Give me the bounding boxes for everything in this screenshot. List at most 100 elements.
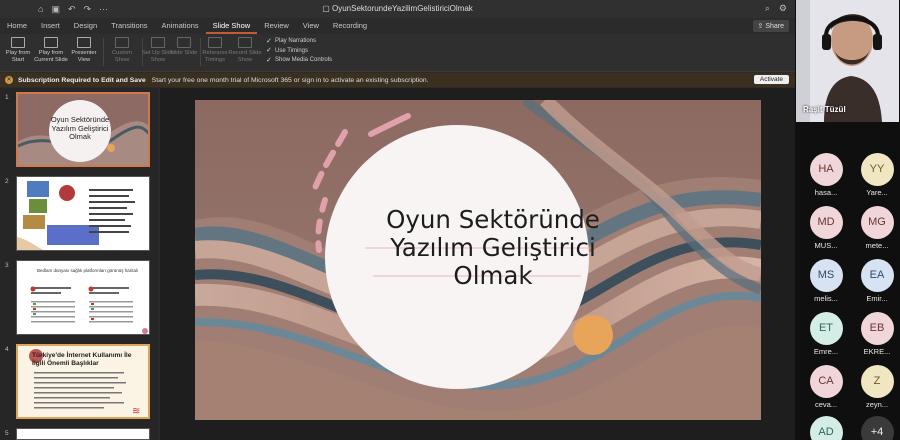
participant-tile[interactable]: MG mete... xyxy=(855,206,899,250)
playback-options: ✓ Play Narrations ✓ Use Timings ✓ Show Medi… xyxy=(266,37,332,66)
settings-icon[interactable]: ⚙ xyxy=(779,3,787,14)
thumbnail-slide-1[interactable]: Oyun Sektöründe Yazılım Geliştirici Olma… xyxy=(16,92,150,167)
speaker-name: Raşit Tüzül xyxy=(803,105,846,114)
orange-dot xyxy=(573,315,613,355)
ribbon: Play from Start Play from Current Slide … xyxy=(0,34,795,72)
avatar: Z xyxy=(860,365,894,398)
document-icon: ▢ xyxy=(322,4,332,13)
avatar: ET xyxy=(809,312,843,345)
thumbnail-2-art xyxy=(17,181,135,250)
participant-name: melis... xyxy=(814,294,838,303)
avatar: AD xyxy=(809,416,843,440)
title-bar-right: ⌕ ⚙ xyxy=(765,3,787,14)
search-icon[interactable]: ⌕ xyxy=(765,3,770,14)
speaker-video-frame xyxy=(796,0,899,122)
timer-icon xyxy=(208,37,222,48)
activate-button[interactable]: Activate xyxy=(753,75,789,84)
thumbnail-4-title: Türkiye'de İnternet Kullanımı İle İlgili… xyxy=(32,352,132,367)
tab-review[interactable]: Review xyxy=(257,18,296,34)
presenter-icon xyxy=(77,37,91,48)
setup-icon xyxy=(151,37,165,48)
ribbon-tabs: Home Insert Design Transitions Animation… xyxy=(0,18,795,34)
participant-name: Emir... xyxy=(866,294,888,303)
participant-tile[interactable]: EA Emir... xyxy=(855,259,899,303)
tab-recording[interactable]: Recording xyxy=(326,18,374,34)
thumbnail-slide-3[interactable]: Bedlam dünyası sağlık platformları görün… xyxy=(16,260,150,335)
avatar: MD xyxy=(809,206,843,239)
thumbnail-slide-2[interactable] xyxy=(16,176,150,251)
presenter-view-button[interactable]: Presenter View xyxy=(66,37,102,63)
notification-title: Subscription Required to Edit and Save xyxy=(18,76,146,84)
participant-name: MUS... xyxy=(814,241,838,250)
document-title: ▢ OyunSektorundeYazilimGelistiriciOlmak xyxy=(322,4,473,13)
subscription-notification: ✕ Subscription Required to Edit and Save… xyxy=(0,73,795,87)
participant-name: mete... xyxy=(865,241,889,250)
slide-editor: Oyun Sektöründe Yazılım Geliştirici Olma… xyxy=(160,88,795,440)
thumbnail-1-title: Oyun Sektöründe Yazılım Geliştirici Olma… xyxy=(50,115,110,141)
play-narrations-option[interactable]: ✓ Play Narrations xyxy=(266,37,332,47)
meeting-participants-panel: Raşit Tüzül HA hasa... YY Yare... MD MUS… xyxy=(795,0,900,440)
tab-animations[interactable]: Animations xyxy=(155,18,206,34)
checkmark-icon: ✓ xyxy=(266,37,272,45)
avatar: YY xyxy=(860,153,894,186)
play-from-current-button[interactable]: Play from Current Slide xyxy=(33,37,69,63)
participant-name: Yare... xyxy=(866,188,888,197)
close-icon[interactable]: ✕ xyxy=(5,76,13,84)
participant-tile[interactable]: YY Yare... xyxy=(855,153,899,197)
custom-show-icon xyxy=(115,37,129,48)
powerpoint-window: ⌂ ▣ ↶ ↷ ··· ▢ OyunSektorundeYazilimGelis… xyxy=(0,0,795,440)
tab-insert[interactable]: Insert xyxy=(34,18,67,34)
thumbnail-number: 1 xyxy=(5,94,9,101)
tab-transitions[interactable]: Transitions xyxy=(104,18,154,34)
checkmark-icon: ✓ xyxy=(266,47,272,55)
svg-text:≋: ≋ xyxy=(132,406,140,417)
play-icon xyxy=(11,37,25,48)
tab-design[interactable]: Design xyxy=(67,18,104,34)
thumbnail-number: 2 xyxy=(5,178,9,185)
thumbnail-number: 5 xyxy=(5,430,9,437)
show-media-controls-option[interactable]: ✓ Show Media Controls xyxy=(266,56,332,66)
record-slide-show-button[interactable]: Record Slide Show xyxy=(227,37,263,63)
participant-tile[interactable]: HA hasa... xyxy=(804,153,848,197)
thumbnail-slide-4[interactable]: Türkiye'de İnternet Kullanımı İle İlgili… xyxy=(16,344,150,419)
avatar: MG xyxy=(860,206,894,239)
more-participants-button[interactable]: +4 xyxy=(855,416,899,440)
participant-tile[interactable]: AD xyxy=(804,416,848,440)
participant-name: ceva... xyxy=(814,400,838,409)
hide-slide-icon xyxy=(177,37,191,48)
speaker-video: Raşit Tüzül xyxy=(796,0,899,122)
current-slide[interactable]: Oyun Sektöründe Yazılım Geliştirici Olma… xyxy=(195,100,761,420)
thumbnail-slide-5[interactable] xyxy=(16,428,150,440)
custom-show-button[interactable]: Custom Show xyxy=(104,37,140,63)
avatar: EA xyxy=(860,259,894,292)
participant-name: zeyn... xyxy=(865,400,889,409)
avatar: MS xyxy=(809,259,843,292)
participant-tile[interactable]: CA ceva... xyxy=(804,365,848,409)
thumbnail-3-title: Bedlam dünyası sağlık platformları görün… xyxy=(37,268,139,273)
notification-message: Start your free one month trial of Micro… xyxy=(151,76,429,84)
checkmark-icon: ✓ xyxy=(266,56,272,64)
play-current-icon xyxy=(44,37,58,48)
tab-view[interactable]: View xyxy=(296,18,326,34)
participant-tile[interactable]: MD MUS... xyxy=(804,206,848,250)
avatar: +4 xyxy=(860,416,894,440)
participant-tile[interactable]: Z zeyn... xyxy=(855,365,899,409)
tab-slide-show[interactable]: Slide Show xyxy=(205,18,258,34)
record-icon xyxy=(238,37,252,48)
slide-title[interactable]: Oyun Sektöründe Yazılım Geliştirici Olma… xyxy=(343,206,643,290)
participant-tile[interactable]: ET Emre... xyxy=(804,312,848,356)
participant-tile[interactable]: MS melis... xyxy=(804,259,848,303)
thumbnail-number: 3 xyxy=(5,262,9,269)
avatar: CA xyxy=(809,365,843,398)
avatar: HA xyxy=(809,153,843,186)
thumbnail-number: 4 xyxy=(5,346,9,353)
title-bar: ⌂ ▣ ↶ ↷ ··· ▢ OyunSektorundeYazilimGelis… xyxy=(0,0,795,18)
participant-tile[interactable]: EB EKRE... xyxy=(855,312,899,356)
participant-name: Emre... xyxy=(813,347,839,356)
participant-name: EKRE... xyxy=(863,347,891,356)
slide-thumbnails-pane: 1 Oyun Sektöründe Yazılım Geliştirici Ol… xyxy=(0,88,158,440)
share-button[interactable]: ⇪ Share xyxy=(752,20,789,32)
play-from-start-button[interactable]: Play from Start xyxy=(0,37,36,63)
use-timings-option[interactable]: ✓ Use Timings xyxy=(266,47,332,57)
tab-home[interactable]: Home xyxy=(0,18,34,34)
